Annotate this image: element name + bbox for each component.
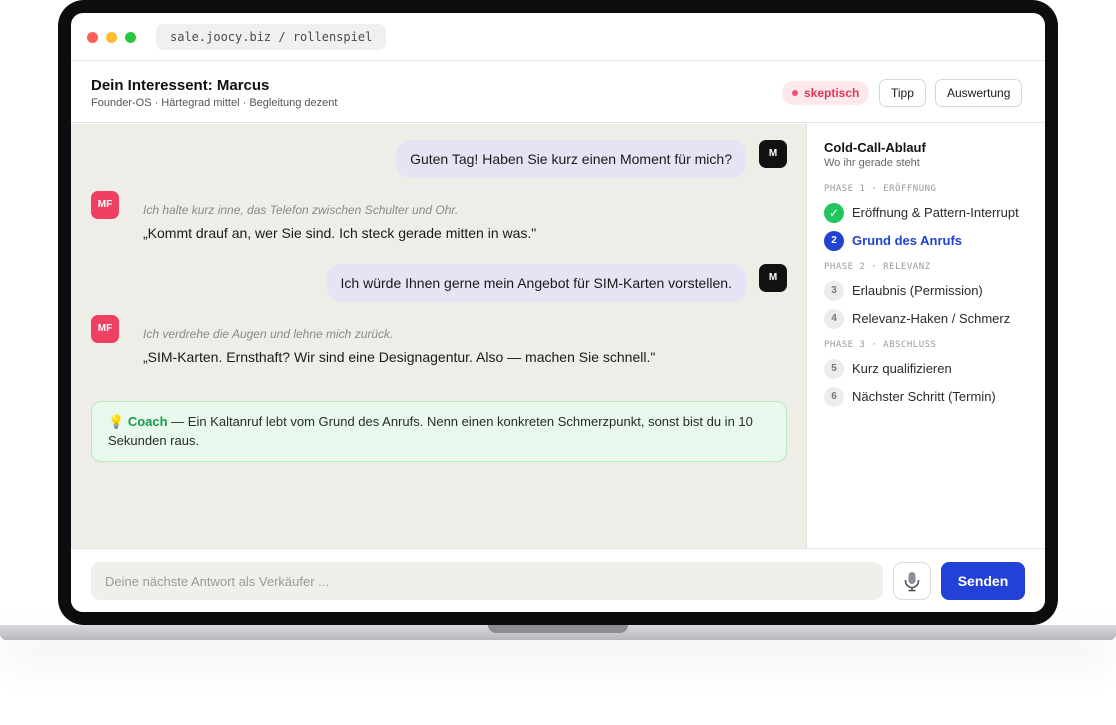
laptop-notch (488, 625, 628, 633)
phase-label: PHASE 3 · ABSCHLUSS (824, 340, 937, 350)
lead-avatar: MF (91, 191, 119, 219)
my-avatar: M (759, 264, 787, 292)
reply-input[interactable] (91, 562, 883, 600)
lead-message: „Kommt drauf an, wer Sie sind. Ich steck… (143, 225, 537, 241)
composer-bar: Senden (71, 548, 1045, 612)
my-avatar: M (759, 140, 787, 168)
my-message: Guten Tag! Haben Sie kurz einen Moment f… (396, 140, 746, 178)
address-bar[interactable]: sale.joocy.biz / rollenspiel (156, 24, 387, 50)
lead-avatar: MF (91, 315, 119, 343)
step-label: Eröffnung & Pattern-Interrupt (852, 205, 1019, 220)
step-number: 5 (824, 359, 844, 379)
call-flow-sidebar: Cold-Call-Ablauf Wo ihr gerade steht PHA… (808, 124, 1045, 548)
step-number: 4 (824, 309, 844, 329)
app-header: Dein Interessent: Marcus Founder-OS · Hä… (71, 61, 1045, 123)
step-label: Nächster Schritt (Termin) (852, 389, 996, 404)
send-button[interactable]: Senden (941, 562, 1025, 600)
browser-bar: sale.joocy.biz / rollenspiel (71, 13, 1045, 61)
check-icon: ✓ (824, 203, 844, 223)
microphone-icon (904, 572, 920, 592)
phase-label: PHASE 1 · ERÖFFNUNG (824, 184, 937, 194)
tip-button[interactable]: Tipp (879, 79, 926, 107)
window-close-dot[interactable] (87, 32, 98, 43)
evaluation-button[interactable]: Auswertung (935, 79, 1023, 107)
my-message: Ich würde Ihnen gerne mein Angebot für S… (326, 264, 746, 302)
window-maximize-dot[interactable] (125, 32, 136, 43)
coach-text: — Ein Kaltanruf lebt vom Grund des Anruf… (108, 414, 753, 448)
lead-message: „SIM-Karten. Ernsthaft? Wir sind eine De… (143, 349, 656, 365)
sidebar-title: Cold-Call-Ablauf (824, 140, 926, 155)
lead-subtitle: Founder-OS · Härtegrad mittel · Begleitu… (91, 97, 338, 109)
lightbulb-icon: 💡 (108, 414, 125, 429)
chat-panel: Guten Tag! Haben Sie kurz einen Moment f… (71, 124, 807, 548)
step-label: Grund des Anrufs (852, 233, 963, 248)
coach-hint: 💡 Coach — Ein Kaltanruf lebt vom Grund d… (91, 401, 787, 462)
step-number: 6 (824, 387, 844, 407)
app-window: sale.joocy.biz / rollenspiel Dein Intere… (71, 13, 1045, 612)
page-title: Dein Interessent: Marcus (91, 77, 270, 94)
step-label: Kurz qualifizieren (852, 361, 952, 376)
step-label: Erlaubnis (Permission) (852, 283, 983, 298)
coach-label: Coach (127, 414, 168, 429)
mood-badge: skeptisch (782, 81, 870, 105)
window-minimize-dot[interactable] (106, 32, 117, 43)
step-label: Relevanz-Haken / Schmerz (852, 311, 1011, 326)
lead-action-text: Ich verdrehe die Augen und lehne mich zu… (143, 327, 394, 341)
step-number: 3 (824, 281, 844, 301)
microphone-button[interactable] (893, 562, 931, 600)
phase-label: PHASE 2 · RELEVANZ (824, 262, 931, 272)
lead-action-text: Ich halte kurz inne, das Telefon zwische… (143, 203, 459, 217)
step-number: 2 (824, 231, 844, 251)
sidebar-subtitle: Wo ihr gerade steht (824, 157, 920, 169)
